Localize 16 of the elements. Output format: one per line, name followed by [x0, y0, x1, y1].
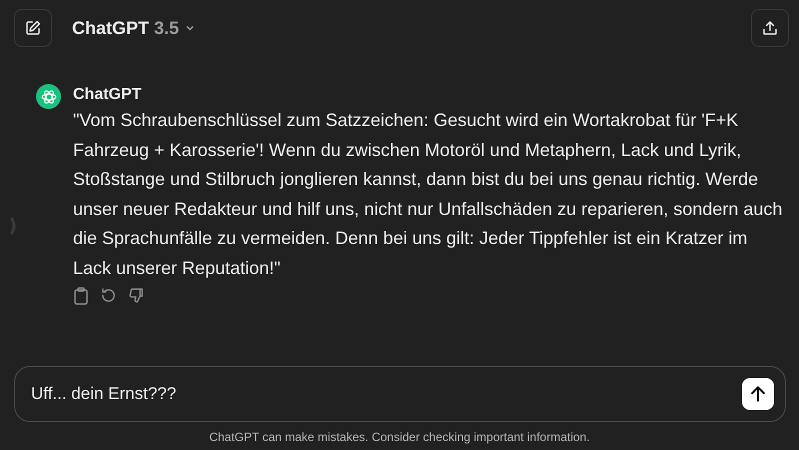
assistant-avatar-icon [36, 84, 61, 109]
edit-icon [24, 19, 42, 37]
new-chat-button[interactable] [14, 9, 52, 47]
sidebar-toggle-icon[interactable] [10, 217, 18, 235]
thumbs-down-icon[interactable] [128, 287, 145, 304]
send-button[interactable] [742, 378, 774, 410]
message-input[interactable]: Uff... dein Ernst??? [14, 366, 786, 422]
model-selector[interactable]: ChatGPT 3.5 [72, 18, 196, 38]
regenerate-icon[interactable] [100, 287, 117, 304]
message-author: ChatGPT [73, 85, 142, 105]
share-button[interactable] [751, 9, 789, 47]
disclaimer-text: ChatGPT can make mistakes. Consider checking important information. [209, 430, 590, 444]
arrow-up-icon [748, 384, 768, 404]
message-text: "Vom Schraubenschlüssel zum Satzzeichen: Gesucht wird ein Wortakrobat für 'F+K Fahrzeug + Karosserie'! Wenn du zwischen Motoröl und Metaphern, Lack und Lyrik, Stoßstange und Stilbruch jonglieren kannst, dann bist du bei uns genau richtig. Werde unser neuer Redakteur und hilf uns, nicht nur Unfallschäden zu reparieren, sondern auch die Sprachunfälle zu vermeiden. Denn bei uns gilt: Jeder Tippfehler ist ein Kratzer im Lack unserer Reputation!" [73, 109, 784, 280]
share-icon [761, 19, 779, 37]
copy-icon[interactable] [73, 287, 89, 305]
